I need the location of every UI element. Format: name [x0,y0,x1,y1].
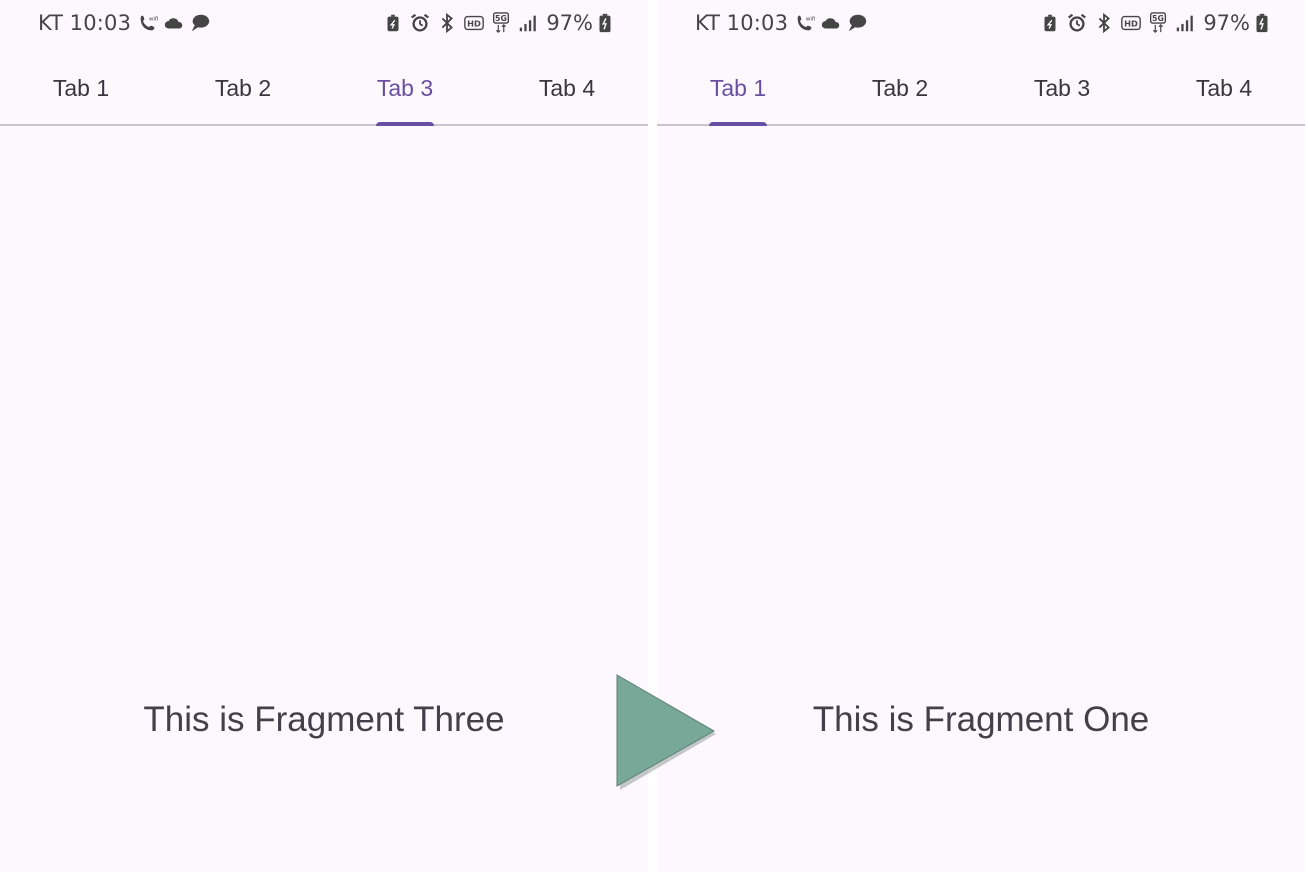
wifi-calling-icon: wifi [137,12,159,34]
battery-saver-icon [1039,12,1061,34]
transition-arrow-icon [616,674,716,790]
carrier-label: KT [695,11,720,35]
cloud-icon [820,12,842,34]
carrier-label: KT [38,11,63,35]
svg-text:HD: HD [467,19,481,29]
tab-2[interactable]: Tab 2 [819,52,981,124]
tab-1[interactable]: Tab 1 [0,52,162,124]
chat-bubble-icon [846,12,868,34]
tab-indicator [376,122,434,126]
tab-bar: Tab 1 Tab 2 Tab 3 Tab 4 [0,52,648,126]
wifi-calling-icon: wifi [794,12,816,34]
tab-label: Tab 2 [871,74,929,101]
battery-charging-icon [598,12,612,34]
phone-screen-before: KT 10:03 wifi HD 5G 97% Tab 1 Tab 2 Tab … [0,0,648,872]
tab-4[interactable]: Tab 4 [1143,52,1305,124]
status-bar: KT 10:03 wifi HD 5G 97% [657,0,1305,50]
status-bar: KT 10:03 wifi HD 5G 97% [0,0,648,50]
tab-label: Tab 3 [376,74,434,101]
svg-text:5G: 5G [495,14,507,23]
bluetooth-icon [436,12,458,34]
fragment-content-text: This is Fragment One [812,700,1150,739]
svg-text:HD: HD [1124,19,1138,29]
svg-text:wifi: wifi [149,16,159,22]
clock: 10:03 [69,11,132,35]
signal-icon [1174,12,1196,34]
battery-percentage: 97% [546,11,593,35]
tab-3[interactable]: Tab 3 [324,52,486,126]
cloud-icon [163,12,185,34]
tab-label: Tab 4 [1195,74,1253,101]
tab-label: Tab 4 [538,74,596,101]
clock: 10:03 [726,11,789,35]
battery-charging-icon [1255,12,1269,34]
tab-label: Tab 3 [1033,74,1091,101]
5g-icon: 5G [1147,12,1169,34]
chat-bubble-icon [189,12,211,34]
alarm-icon [409,12,431,34]
tab-4[interactable]: Tab 4 [486,52,648,124]
tab-2[interactable]: Tab 2 [162,52,324,124]
battery-saver-icon [382,12,404,34]
battery-percentage: 97% [1203,11,1250,35]
tab-label: Tab 1 [709,74,767,101]
tab-label: Tab 1 [52,74,110,101]
tab-1[interactable]: Tab 1 [657,52,819,126]
phone-screen-after: KT 10:03 wifi HD 5G 97% Tab 1 Tab 2 Tab … [657,0,1305,872]
tab-label: Tab 2 [214,74,272,101]
5g-icon: 5G [490,12,512,34]
svg-text:wifi: wifi [806,16,816,22]
alarm-icon [1066,12,1088,34]
tab-3[interactable]: Tab 3 [981,52,1143,124]
bluetooth-icon [1093,12,1115,34]
hd-voice-icon: HD [1120,12,1142,34]
hd-voice-icon: HD [463,12,485,34]
svg-text:5G: 5G [1152,14,1164,23]
fragment-content-text: This is Fragment Three [143,700,505,739]
tab-indicator [709,122,767,126]
tab-bar: Tab 1 Tab 2 Tab 3 Tab 4 [657,52,1305,126]
signal-icon [517,12,539,34]
